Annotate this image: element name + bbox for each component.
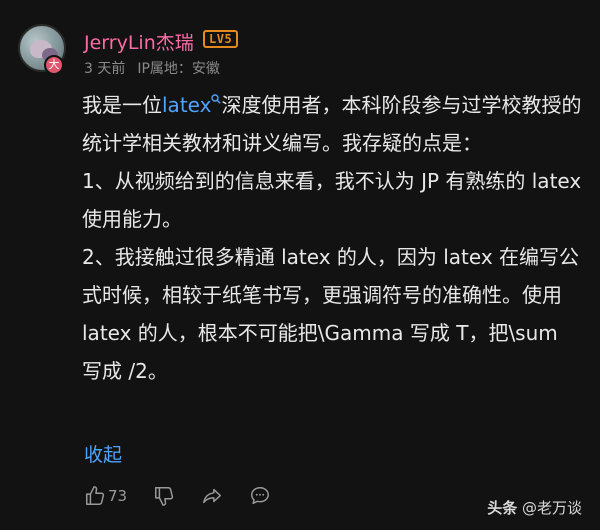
comment-paragraph: 1、从视频给到的信息来看，我不认为 JP 有熟练的 latex 使用能力。 bbox=[82, 169, 582, 231]
thumbs-up-icon bbox=[86, 486, 105, 505]
share-button[interactable] bbox=[201, 485, 223, 507]
avatar-badge: 大 bbox=[44, 55, 64, 75]
ip-location: IP属地：安徽 bbox=[137, 61, 220, 77]
keyword-link[interactable]: latex bbox=[162, 93, 211, 117]
like-count: 73 bbox=[108, 487, 128, 505]
comment-text: 我是一位 bbox=[82, 93, 162, 117]
share-arrow-icon bbox=[203, 488, 222, 504]
comment-bubble-icon bbox=[251, 487, 270, 505]
watermark-brand: 头条 bbox=[487, 499, 518, 517]
comment-paragraph: 2、我接触过很多精通 latex 的人，因为 latex 在编写公式时候，相较于… bbox=[82, 245, 580, 383]
search-icon[interactable] bbox=[211, 94, 222, 104]
collapse-link[interactable]: 收起 bbox=[84, 440, 122, 467]
watermark: 头条 @老万谈 bbox=[487, 497, 582, 518]
level-badge: LV5 bbox=[203, 30, 239, 48]
dislike-button[interactable] bbox=[153, 485, 175, 507]
action-bar: 73 bbox=[84, 483, 297, 509]
thumbs-down-icon bbox=[155, 487, 174, 506]
watermark-handle: @老万谈 bbox=[521, 499, 582, 517]
comment-paragraph: 我是一位latex 深度使用者，本科阶段参与过学校教授的统计学相关教材和讲义编写。… bbox=[82, 86, 582, 162]
post-meta: 3 天前 IP属地：安徽 bbox=[84, 58, 220, 78]
comment-button[interactable] bbox=[249, 485, 271, 507]
post-time: 3 天前 bbox=[84, 61, 126, 77]
like-button[interactable]: 73 bbox=[84, 485, 127, 507]
username[interactable]: JerryLin杰瑞 bbox=[84, 28, 194, 55]
comment-body: 我是一位latex 深度使用者，本科阶段参与过学校教授的统计学相关教材和讲义编写。… bbox=[82, 86, 582, 390]
